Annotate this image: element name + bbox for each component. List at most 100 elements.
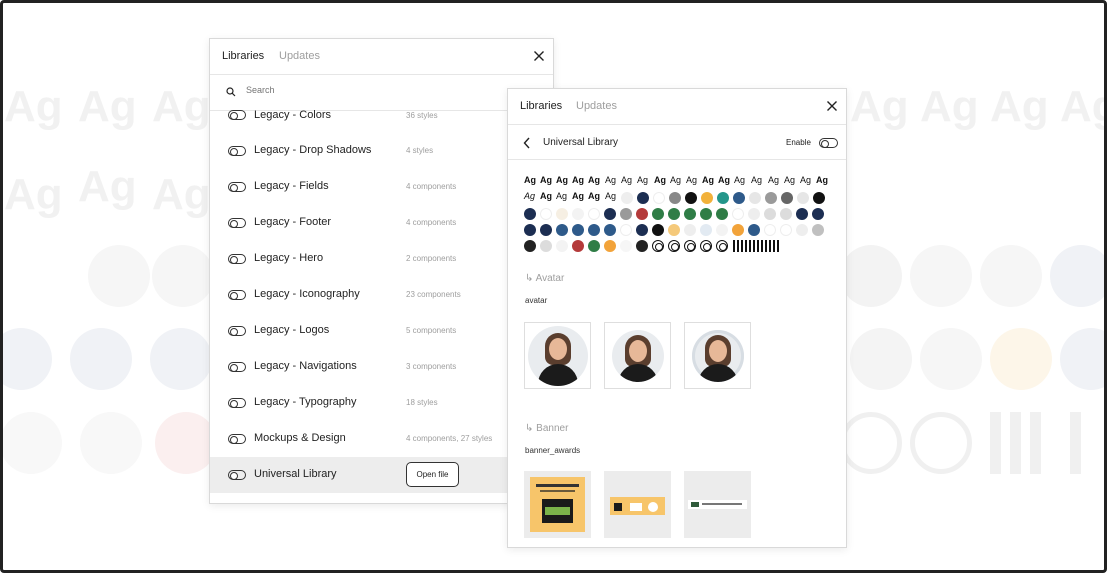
text-style-swatch[interactable]: Ag [784, 175, 795, 185]
color-swatch[interactable] [653, 192, 665, 204]
library-toggle[interactable] [228, 254, 246, 264]
color-swatch[interactable] [780, 208, 792, 220]
tab-libraries[interactable]: Libraries [520, 100, 562, 112]
color-swatch[interactable] [764, 224, 776, 236]
color-swatch[interactable] [540, 224, 552, 236]
text-style-swatch[interactable]: Ag [734, 175, 745, 185]
color-swatch[interactable] [572, 208, 584, 220]
color-swatch[interactable] [652, 224, 664, 236]
library-item-legacy-footer[interactable]: Legacy - Footer 4 components [210, 205, 553, 241]
color-swatch[interactable] [524, 208, 536, 220]
color-swatch[interactable] [540, 240, 552, 252]
text-style-swatch[interactable]: Ag [768, 175, 779, 185]
library-item-legacy-logos[interactable]: Legacy - Logos 5 components [210, 313, 553, 349]
color-swatch[interactable] [636, 240, 648, 252]
tab-libraries[interactable]: Libraries [222, 50, 264, 62]
banner-component-thumb[interactable] [684, 471, 751, 538]
color-swatch[interactable] [797, 192, 809, 204]
color-swatch[interactable] [764, 208, 776, 220]
color-swatch[interactable] [732, 224, 744, 236]
color-swatch[interactable] [636, 208, 648, 220]
text-style-swatch[interactable]: Ag [588, 175, 600, 185]
color-swatch[interactable] [540, 208, 552, 220]
avatar-component-thumb[interactable] [604, 322, 671, 389]
library-item-legacy-colors[interactable]: Legacy - Colors 36 styles [210, 97, 553, 133]
color-swatch[interactable] [780, 224, 792, 236]
color-swatch[interactable] [604, 224, 616, 236]
library-toggle[interactable] [228, 290, 246, 300]
library-toggle[interactable] [228, 434, 246, 444]
text-style-swatch[interactable]: Ag [751, 175, 762, 185]
library-toggle[interactable] [228, 362, 246, 372]
color-swatch[interactable] [748, 208, 760, 220]
text-style-swatch[interactable]: Ag [556, 191, 567, 201]
library-toggle[interactable] [228, 146, 246, 156]
color-swatch[interactable] [812, 224, 824, 236]
color-swatch[interactable] [796, 224, 808, 236]
library-toggle[interactable] [228, 110, 246, 120]
text-style-swatch[interactable]: Ag [718, 175, 730, 185]
color-swatch[interactable] [572, 224, 584, 236]
color-swatch[interactable] [524, 224, 536, 236]
shadow-style-swatch[interactable] [684, 240, 696, 252]
avatar-component-thumb[interactable] [524, 322, 591, 389]
text-style-swatch[interactable]: Ag [524, 175, 536, 185]
text-style-swatch[interactable]: Ag [572, 191, 584, 201]
library-item-legacy-hero[interactable]: Legacy - Hero 2 components [210, 241, 553, 277]
color-swatch[interactable] [620, 208, 632, 220]
color-swatch[interactable] [700, 224, 712, 236]
color-swatch[interactable] [556, 224, 568, 236]
color-swatch[interactable] [732, 208, 744, 220]
library-item-legacy-drop-shadows[interactable]: Legacy - Drop Shadows 4 styles [210, 133, 553, 169]
color-swatch[interactable] [796, 208, 808, 220]
color-swatch[interactable] [716, 224, 728, 236]
text-style-swatch[interactable]: Ag [605, 191, 616, 201]
text-style-swatch[interactable]: Ag [800, 175, 811, 185]
color-swatch[interactable] [733, 192, 745, 204]
text-style-swatch[interactable]: Ag [702, 175, 714, 185]
library-item-legacy-typography[interactable]: Legacy - Typography 18 styles [210, 385, 553, 421]
text-style-swatch[interactable]: Ag [524, 191, 535, 201]
color-swatch[interactable] [749, 192, 761, 204]
color-swatch[interactable] [621, 192, 633, 204]
color-swatch[interactable] [781, 192, 793, 204]
banner-component-thumb[interactable] [524, 471, 591, 538]
grid-style-swatch[interactable] [765, 240, 779, 252]
shadow-style-swatch[interactable] [716, 240, 728, 252]
library-item-legacy-iconography[interactable]: Legacy - Iconography 23 components [210, 277, 553, 313]
text-style-swatch[interactable]: Ag [654, 175, 666, 185]
color-swatch[interactable] [668, 208, 680, 220]
text-style-swatch[interactable]: Ag [816, 175, 828, 185]
library-toggle[interactable] [228, 218, 246, 228]
enable-toggle[interactable] [819, 138, 838, 148]
shadow-style-swatch[interactable] [700, 240, 712, 252]
color-swatch[interactable] [604, 240, 616, 252]
color-swatch[interactable] [588, 240, 600, 252]
color-swatch[interactable] [588, 208, 600, 220]
text-style-swatch[interactable]: Ag [686, 175, 697, 185]
grid-style-swatch[interactable] [749, 240, 763, 252]
color-swatch[interactable] [524, 240, 536, 252]
color-swatch[interactable] [668, 224, 680, 236]
grid-style-swatch[interactable] [733, 240, 747, 252]
color-swatch[interactable] [556, 240, 568, 252]
text-style-swatch[interactable]: Ag [588, 191, 600, 201]
color-swatch[interactable] [685, 192, 697, 204]
text-style-swatch[interactable]: Ag [605, 175, 616, 185]
avatar-component-thumb[interactable] [684, 322, 751, 389]
shadow-style-swatch[interactable] [652, 240, 664, 252]
color-swatch[interactable] [700, 208, 712, 220]
text-style-swatch[interactable]: Ag [637, 175, 648, 185]
text-style-swatch[interactable]: Ag [540, 175, 552, 185]
color-swatch[interactable] [748, 224, 760, 236]
color-swatch[interactable] [556, 208, 568, 220]
text-style-swatch[interactable]: Ag [540, 191, 552, 201]
library-item-legacy-fields[interactable]: Legacy - Fields 4 components [210, 169, 553, 205]
search-input[interactable] [246, 85, 526, 95]
color-swatch[interactable] [765, 192, 777, 204]
library-toggle[interactable] [228, 326, 246, 336]
tab-updates[interactable]: Updates [576, 100, 617, 112]
color-swatch[interactable] [652, 208, 664, 220]
close-icon[interactable] [824, 98, 840, 114]
shadow-style-swatch[interactable] [668, 240, 680, 252]
